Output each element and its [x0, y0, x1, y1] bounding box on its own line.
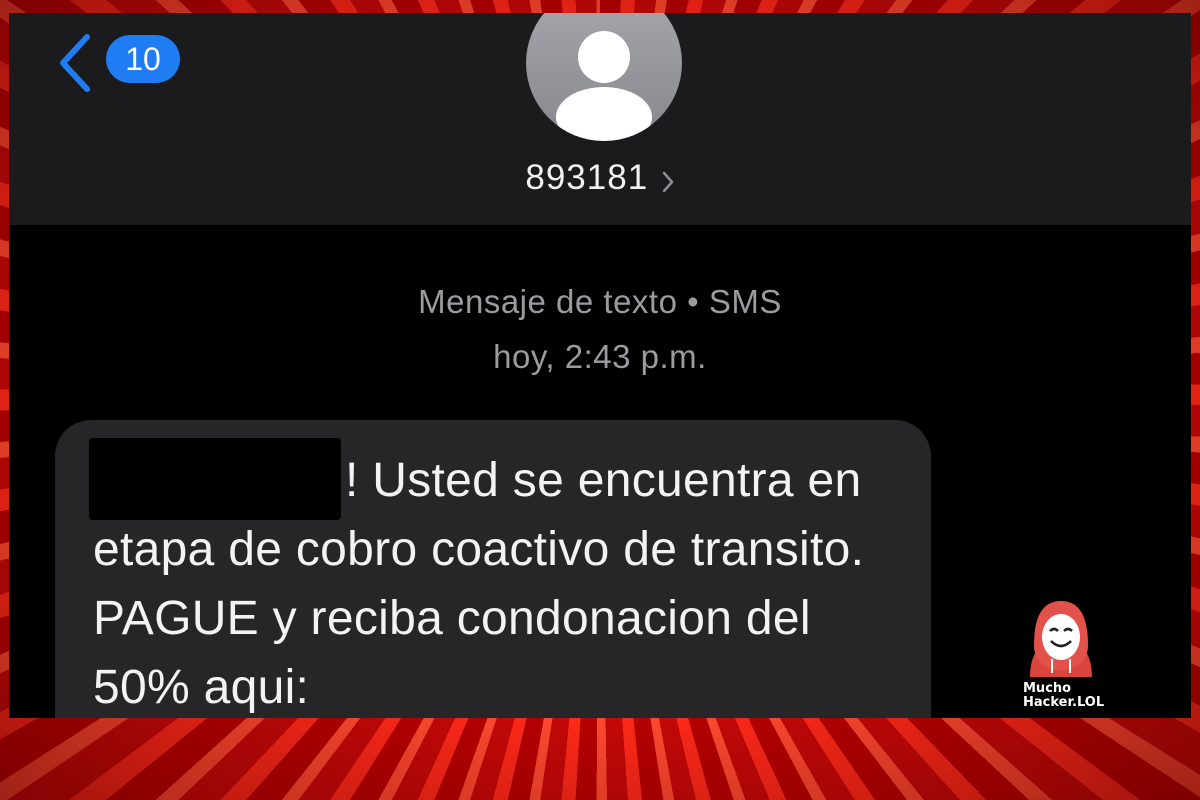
redaction-box: [89, 438, 341, 520]
back-chevron-icon[interactable]: [55, 31, 95, 95]
watermark-line-2: Hacker.LOL: [1023, 695, 1105, 710]
message-timestamp: hoy, 2:43 p.m.: [493, 338, 707, 375]
contact-avatar-icon[interactable]: [526, 13, 682, 141]
watermark-line-1: Mucho: [1023, 681, 1072, 696]
incoming-message-bubble[interactable]: ! Usted se encuentra en etapa de cobro c…: [55, 420, 931, 718]
unread-count-badge[interactable]: 10: [106, 35, 180, 83]
messages-screen: 10 893181 Mensaje de texto • SMS hoy, 2:…: [9, 13, 1191, 718]
conversation-header: 10 893181: [9, 13, 1191, 225]
contact-name-row[interactable]: 893181: [9, 153, 1191, 203]
chevron-right-icon: [662, 171, 673, 193]
message-type-label: Mensaje de texto • SMS: [418, 283, 782, 320]
contact-name: 893181: [525, 158, 649, 197]
